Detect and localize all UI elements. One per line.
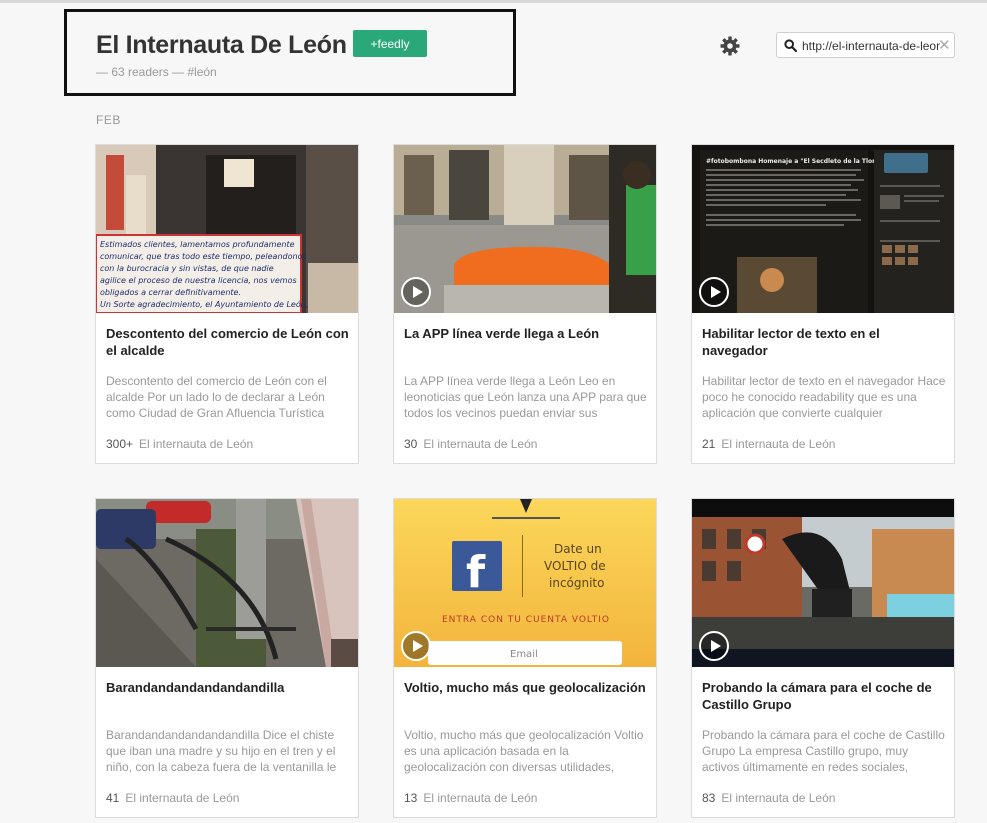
- article-title[interactable]: Probando la cámara para el coche de Cast…: [702, 679, 948, 713]
- article-meta: 83 El internauta de León: [702, 791, 835, 805]
- article-summary: Voltio, mucho más que geolocalización Vo…: [404, 728, 644, 774]
- feed-header: El Internauta De León +feedly — 63 reade…: [64, 9, 516, 96]
- play-icon[interactable]: [699, 631, 729, 661]
- play-icon[interactable]: [401, 631, 431, 661]
- gear-icon[interactable]: [720, 36, 740, 56]
- sign-line: comunicar, que tras todo este tiempo, pe…: [100, 252, 307, 261]
- engagement-count: 13: [404, 791, 418, 805]
- article-thumbnail: f Date un VOLTIO de incógnito ENTRA CON …: [394, 499, 656, 667]
- engagement-count: 300+: [106, 437, 134, 451]
- article-meta: 30 El internauta de León: [404, 437, 537, 451]
- voltio-text: VOLTIO de: [544, 559, 606, 573]
- article-source: El internauta de León: [139, 437, 254, 451]
- article-meta: 41 El internauta de León: [106, 791, 239, 805]
- article-title[interactable]: Barandandandandandandilla: [106, 679, 352, 696]
- article-card[interactable]: f Date un VOLTIO de incógnito ENTRA CON …: [393, 498, 657, 818]
- play-icon[interactable]: [699, 277, 729, 307]
- sign-line: Un Sorte agradecimiento, el Ayuntamiento…: [100, 299, 308, 309]
- search-icon: [784, 39, 798, 53]
- sign-line: obligados a cerrar definitivamente.: [100, 288, 241, 297]
- engagement-count: 41: [106, 791, 120, 805]
- article-card[interactable]: Estimados clientes, lamentamos profundam…: [95, 144, 359, 464]
- article-title[interactable]: Descontento del comercio de León con el …: [106, 325, 352, 359]
- voltio-text: incógnito: [549, 576, 604, 590]
- article-summary: Barandandandandandandilla Dice el chiste…: [106, 728, 337, 774]
- article-meta: 13 El internauta de León: [404, 791, 537, 805]
- follow-feedly-button[interactable]: +feedly: [353, 30, 427, 57]
- engagement-count: 83: [702, 791, 716, 805]
- article-thumbnail: [96, 499, 358, 667]
- engagement-count: 21: [702, 437, 716, 451]
- voltio-email: Email: [510, 649, 538, 660]
- article-title[interactable]: Voltio, mucho más que geolocalización: [404, 679, 650, 696]
- search-input[interactable]: [802, 36, 940, 55]
- article-thumbnail: #fotobombona Homenaje a "El Secdleto de …: [692, 145, 954, 313]
- article-summary: Probando la cámara para el coche de Cast…: [702, 728, 945, 774]
- article-card[interactable]: Barandandandandandandilla Barandandandan…: [95, 498, 359, 818]
- voltio-text: Date un: [554, 542, 602, 556]
- window-top-border: [0, 0, 987, 3]
- article-title[interactable]: Habilitar lector de texto en el navegado…: [702, 325, 948, 359]
- article-meta: 300+ El internauta de León: [106, 437, 253, 451]
- article-summary: La APP línea verde llega a León Leo en l…: [404, 374, 647, 420]
- blog-heading: #fotobombona Homenaje a "El Secdleto de …: [706, 158, 897, 165]
- feed-readers-subline: — 63 readers — #león: [96, 65, 217, 79]
- article-source: El internauta de León: [423, 791, 538, 805]
- engagement-count: 30: [404, 437, 418, 451]
- article-title[interactable]: La APP línea verde llega a León: [404, 325, 650, 342]
- month-label: FEB: [96, 113, 121, 127]
- svg-text:f: f: [466, 547, 486, 598]
- close-icon[interactable]: ✕: [938, 36, 951, 54]
- article-source: El internauta de León: [721, 437, 836, 451]
- sign-line: agilice el proceso de nuestra licencia, …: [100, 276, 297, 285]
- voltio-cta: ENTRA CON TU CUENTA VOLTIO: [442, 615, 610, 625]
- article-card[interactable]: La APP línea verde llega a León La APP l…: [393, 144, 657, 464]
- sign-line: con la burocracia y sin vistas, de que n…: [100, 264, 274, 273]
- article-thumbnail: Estimados clientes, lamentamos profundam…: [96, 145, 358, 313]
- article-card[interactable]: #fotobombona Homenaje a "El Secdleto de …: [691, 144, 955, 464]
- article-source: El internauta de León: [125, 791, 240, 805]
- play-icon[interactable]: [401, 277, 431, 307]
- article-card[interactable]: Probando la cámara para el coche de Cast…: [691, 498, 955, 818]
- sign-line: Estimados clientes, lamentamos profundam…: [100, 240, 295, 249]
- article-summary: Habilitar lector de texto en el navegado…: [702, 374, 946, 420]
- article-source: El internauta de León: [423, 437, 538, 451]
- article-source: El internauta de León: [721, 791, 836, 805]
- article-thumbnail: [692, 499, 954, 667]
- article-summary: Descontento del comercio de León con el …: [106, 374, 327, 420]
- search-box: ✕: [776, 32, 955, 58]
- feed-title: El Internauta De León: [96, 31, 347, 59]
- article-meta: 21 El internauta de León: [702, 437, 835, 451]
- article-thumbnail: [394, 145, 656, 313]
